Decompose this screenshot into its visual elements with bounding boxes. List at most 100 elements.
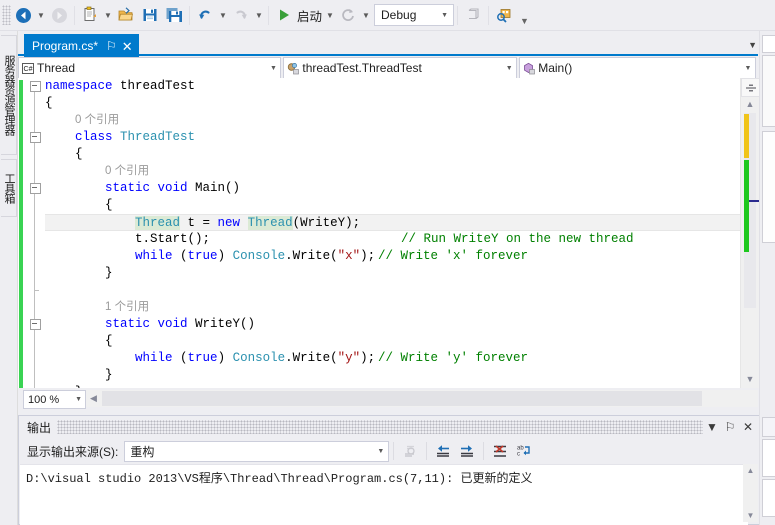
horizontal-scroll-thumb[interactable] xyxy=(102,391,702,406)
save-all-icon xyxy=(166,8,182,22)
code-text-area[interactable]: namespace threadTest{ 0 个引用 class Thread… xyxy=(45,78,740,388)
code-line[interactable]: while (true) Console.Write("x");// Write… xyxy=(45,248,740,265)
undo-dropdown[interactable]: ▼ xyxy=(217,3,229,27)
split-view-button[interactable] xyxy=(741,78,761,97)
toolbar-overflow-button[interactable]: ▼ xyxy=(520,16,529,30)
code-line[interactable]: while (true) Console.Write("y");// Write… xyxy=(45,350,740,367)
output-source-combo[interactable]: 重构 ▼ xyxy=(124,440,390,462)
code-editor[interactable]: namespace threadTest{ 0 个引用 class Thread… xyxy=(18,78,740,388)
code-token: ( xyxy=(180,249,188,263)
open-file-button[interactable] xyxy=(114,3,138,27)
start-debug-dropdown[interactable]: ▼ xyxy=(324,3,336,27)
document-tab-program-cs[interactable]: Program.cs* ⚐ ✕ xyxy=(24,34,139,57)
chevron-down-icon: ▼ xyxy=(505,64,513,72)
find-in-files-button[interactable] xyxy=(492,3,516,27)
code-line[interactable]: } xyxy=(45,367,740,384)
right-panel-body-sliver xyxy=(762,55,775,127)
go-to-previous-message-button[interactable] xyxy=(431,440,455,462)
toolbar-separator xyxy=(426,442,428,460)
navbar-project-combo[interactable]: C# Thread ▼ xyxy=(18,57,282,79)
outlining-margin[interactable] xyxy=(23,78,45,388)
pin-icon[interactable]: ⚐ xyxy=(721,417,739,437)
code-line[interactable]: { xyxy=(45,95,740,112)
clear-all-button[interactable] xyxy=(488,440,512,462)
start-debug-label[interactable]: 启动 xyxy=(296,6,324,25)
close-icon[interactable]: ✕ xyxy=(739,417,757,437)
code-line[interactable]: } xyxy=(45,265,740,282)
scroll-down-arrow-icon[interactable]: ▼ xyxy=(741,372,759,386)
code-line[interactable]: 0 个引用 xyxy=(45,163,740,180)
code-line[interactable]: static void WriteY() xyxy=(45,316,740,333)
outlining-collapse-box[interactable] xyxy=(30,319,41,330)
scroll-up-arrow-icon[interactable]: ▲ xyxy=(743,464,758,477)
scrollbar-change-marker-unsaved xyxy=(744,114,749,158)
navigate-forward-button[interactable] xyxy=(47,3,71,27)
code-line[interactable]: t.Start(); // Run WriteY on the new threa… xyxy=(45,231,740,248)
panel-menu-button[interactable]: ▼ xyxy=(703,417,721,437)
redo-dropdown[interactable]: ▼ xyxy=(253,3,265,27)
output-message[interactable]: D:\visual studio 2013\VS程序\Thread\Thread… xyxy=(26,469,748,486)
redo-button[interactable] xyxy=(229,3,253,27)
toolbar-separator xyxy=(268,5,269,25)
panel-drag-grip[interactable] xyxy=(57,420,703,434)
pin-icon[interactable]: ⚐ xyxy=(106,40,117,52)
find-message-in-code-button[interactable] xyxy=(398,440,422,462)
solution-configuration-combo[interactable]: Debug ▼ xyxy=(374,4,455,26)
navigate-back-dropdown[interactable]: ▼ xyxy=(35,3,47,27)
code-line[interactable]: { xyxy=(45,333,740,350)
right-docked-panel-sliver[interactable] xyxy=(759,31,775,525)
restart-button[interactable] xyxy=(336,3,360,27)
code-line[interactable]: namespace threadTest xyxy=(45,78,740,95)
zoom-level-combo[interactable]: 100 % ▼ xyxy=(23,390,86,409)
code-line[interactable]: Thread t = new Thread(WriteY); xyxy=(45,214,740,231)
outlining-collapse-box[interactable] xyxy=(30,132,41,143)
code-reference-lens: 1 个引用 xyxy=(105,301,150,313)
open-folder-icon xyxy=(118,7,134,21)
output-panel-title: 输出 xyxy=(27,420,52,435)
output-vertical-scrollbar[interactable]: ▲ ▼ xyxy=(743,464,758,522)
code-token: ) xyxy=(217,351,233,365)
restart-dropdown[interactable]: ▼ xyxy=(360,3,372,27)
sidebar-tab-server-explorer[interactable]: 服务器资源管理器 xyxy=(1,35,17,155)
code-line[interactable] xyxy=(45,282,740,299)
toolbar-grip[interactable] xyxy=(2,5,11,25)
output-message-list[interactable]: D:\visual studio 2013\VS程序\Thread\Thread… xyxy=(20,464,748,525)
code-line[interactable]: class ThreadTest xyxy=(45,129,740,146)
navbar-type-combo[interactable]: threadTest.ThreadTest ▼ xyxy=(283,57,518,79)
code-line[interactable]: 1 个引用 xyxy=(45,299,740,316)
new-project-dropdown[interactable]: ▼ xyxy=(102,3,114,27)
outlining-collapse-box[interactable] xyxy=(30,81,41,92)
navbar-member-combo[interactable]: Main() ▼ xyxy=(519,57,756,79)
code-line[interactable]: { xyxy=(45,146,740,163)
sidebar-tab-toolbox[interactable]: 工具箱 xyxy=(1,159,17,217)
start-debug-button[interactable] xyxy=(272,3,296,27)
scrollbar-caret-marker xyxy=(749,200,759,202)
undo-button[interactable] xyxy=(193,3,217,27)
navigate-back-button[interactable] xyxy=(11,3,35,27)
code-line[interactable]: { xyxy=(45,197,740,214)
save-button[interactable] xyxy=(138,3,162,27)
code-line[interactable]: 0 个引用 xyxy=(45,112,740,129)
scroll-left-arrow-icon[interactable]: ◀ xyxy=(86,390,101,407)
toggle-word-wrap-button[interactable]: ab c xyxy=(512,440,536,462)
editor-horizontal-scrollbar[interactable]: ◀ xyxy=(86,390,758,407)
close-icon[interactable]: ✕ xyxy=(122,40,133,53)
window-layout-button[interactable] xyxy=(461,3,485,27)
code-line[interactable]: static void Main() xyxy=(45,180,740,197)
save-all-button[interactable] xyxy=(162,3,186,27)
code-token: void xyxy=(157,181,196,195)
go-to-next-message-button[interactable] xyxy=(455,440,479,462)
svg-text:C#: C# xyxy=(23,66,32,73)
redo-arrow-icon xyxy=(236,10,247,19)
outlining-collapse-box[interactable] xyxy=(30,183,41,194)
scroll-up-arrow-icon[interactable]: ▲ xyxy=(741,97,759,111)
scroll-down-arrow-icon[interactable]: ▼ xyxy=(743,509,758,522)
editor-vertical-scrollbar[interactable]: ▲ ▼ xyxy=(740,78,761,388)
code-line[interactable]: } xyxy=(45,384,740,388)
document-tab-overflow-button[interactable]: ▼ xyxy=(748,40,757,50)
zoom-level-value: 100 % xyxy=(28,393,60,406)
new-project-button[interactable] xyxy=(78,3,102,27)
